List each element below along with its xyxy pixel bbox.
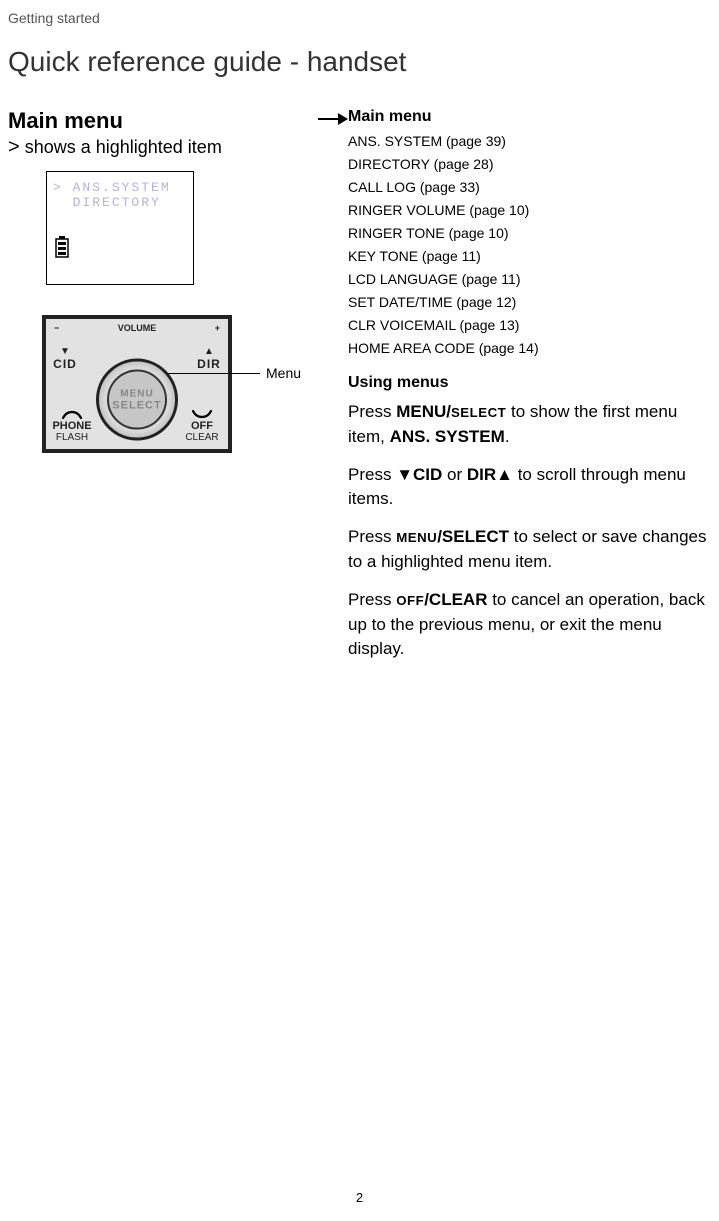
menu-item: HOME AREA CODE (page 14) xyxy=(348,337,711,360)
menu-item: ANS. SYSTEM (page 39) xyxy=(348,130,711,153)
page-number: 2 xyxy=(356,1190,363,1205)
volume-bar: − VOLUME + xyxy=(46,319,228,337)
instruction-3: Press MENU/SELECT to select or save chan… xyxy=(348,525,711,574)
phone-label: PHONE xyxy=(48,421,96,432)
cid-label: CID xyxy=(48,357,82,371)
menu-item: RINGER TONE (page 10) xyxy=(348,222,711,245)
using-menus-heading: Using menus xyxy=(348,374,711,392)
menu-callout-label: Menu xyxy=(266,365,301,381)
flash-label: FLASH xyxy=(48,432,96,443)
volume-minus-icon: − xyxy=(54,323,59,333)
center-menu-label: MENU xyxy=(120,388,153,399)
menu-item: RINGER VOLUME (page 10) xyxy=(348,199,711,222)
battery-icon xyxy=(55,236,69,258)
lcd-caret: > xyxy=(53,180,63,195)
highlight-note: > shows a highlighted item xyxy=(8,136,348,159)
cid-arrow-icon: ▼ xyxy=(48,347,82,357)
volume-plus-icon: + xyxy=(215,323,220,333)
off-label: OFF xyxy=(178,421,226,432)
handset-keypad: − VOLUME + ▼ CID ▲ DIR xyxy=(42,315,232,453)
off-clear-key: OFF CLEAR xyxy=(178,408,226,443)
main-menu-list: ANS. SYSTEM (page 39) DIRECTORY (page 28… xyxy=(348,130,711,360)
dir-arrow-icon: ▲ xyxy=(192,347,226,357)
instruction-4: Press OFF/CLEAR to cancel an operation, … xyxy=(348,588,711,661)
page-title: Quick reference guide - handset xyxy=(8,46,711,78)
highlight-text: shows a highlighted item xyxy=(25,137,222,157)
lcd-line-2: DIRECTORY xyxy=(73,195,161,210)
menu-item: CALL LOG (page 33) xyxy=(348,176,711,199)
instruction-2: Press ▼CID or DIR▲ to scroll through men… xyxy=(348,463,711,511)
menu-item: CLR VOICEMAIL (page 13) xyxy=(348,314,711,337)
menu-item: LCD LANGUAGE (page 11) xyxy=(348,268,711,291)
main-menu-heading-left: Main menu xyxy=(8,108,348,134)
lcd-line-1: ANS.SYSTEM xyxy=(73,180,171,195)
center-select-label: SELECT xyxy=(112,399,161,411)
cid-key: ▼ CID xyxy=(48,347,82,371)
instruction-1: Press MENU/SELECT to show the first menu… xyxy=(348,400,711,449)
menu-item: DIRECTORY (page 28) xyxy=(348,153,711,176)
menu-item: SET DATE/TIME (page 12) xyxy=(348,291,711,314)
menu-callout: Menu xyxy=(164,365,301,381)
section-label: Getting started xyxy=(8,10,711,26)
phone-flash-key: PHONE FLASH xyxy=(48,408,96,443)
main-menu-heading-right: Main menu xyxy=(348,108,711,126)
arrow-pointer-icon xyxy=(318,112,348,131)
menu-item: KEY TONE (page 11) xyxy=(348,245,711,268)
lcd-screen: > ANS.SYSTEM DIRECTORY xyxy=(46,171,194,285)
volume-label: VOLUME xyxy=(118,323,157,333)
highlight-caret: > xyxy=(8,136,20,158)
clear-label: CLEAR xyxy=(178,432,226,443)
